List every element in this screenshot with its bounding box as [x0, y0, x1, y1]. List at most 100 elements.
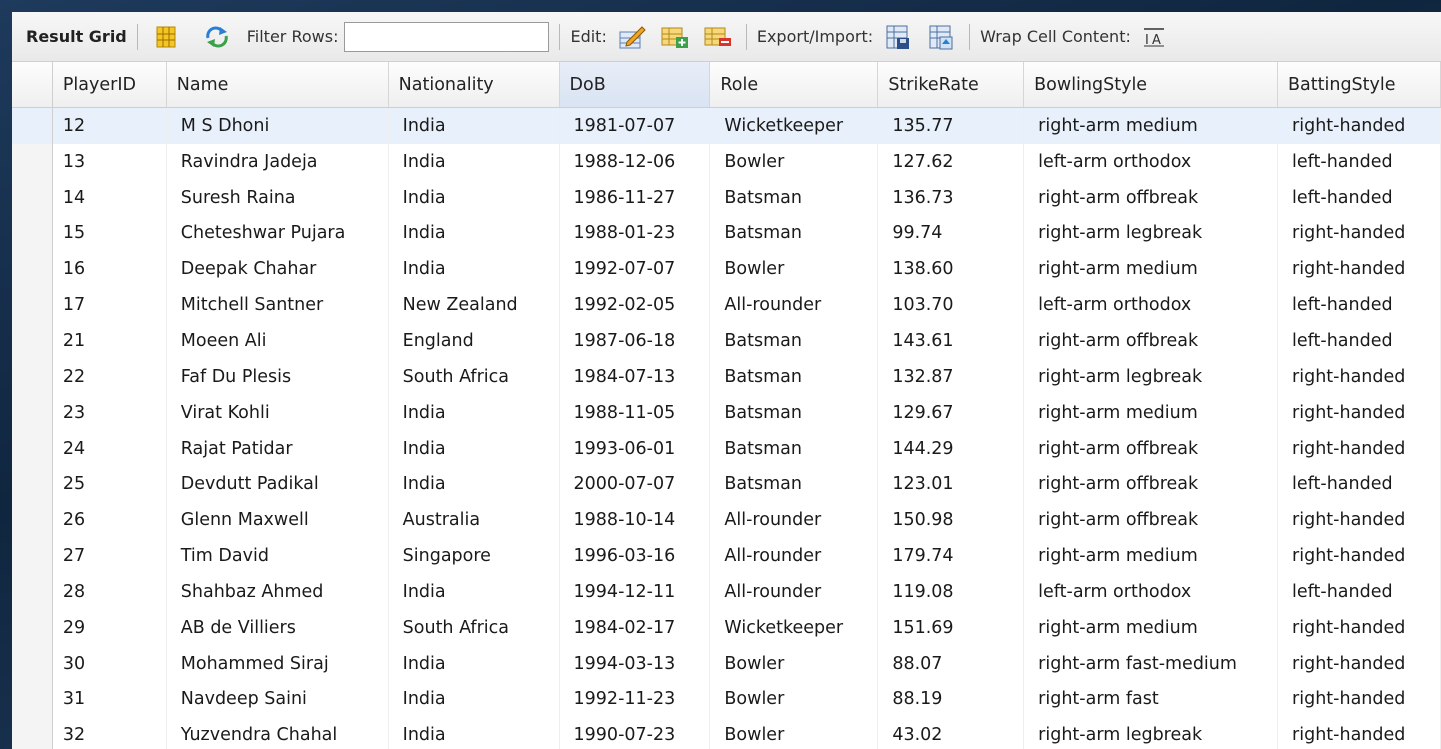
- table-cell[interactable]: 1990-07-23: [559, 717, 711, 749]
- table-cell[interactable]: Batsman: [709, 323, 879, 359]
- table-cell[interactable]: India: [388, 143, 560, 180]
- table-cell[interactable]: right-arm legbreak: [1023, 717, 1279, 749]
- table-cell[interactable]: Wicketkeeper: [709, 609, 879, 646]
- table-cell[interactable]: 1984-07-13: [559, 358, 711, 395]
- table-cell[interactable]: South Africa: [388, 609, 560, 646]
- table-cell[interactable]: 88.19: [877, 681, 1025, 718]
- table-cell[interactable]: India: [388, 466, 560, 503]
- table-cell[interactable]: Bowler: [709, 251, 879, 288]
- table-cell[interactable]: Faf Du Plesis: [166, 358, 389, 395]
- row-selector[interactable]: [12, 538, 53, 574]
- column-header[interactable]: Role: [709, 62, 879, 108]
- table-cell[interactable]: left-arm orthodox: [1023, 143, 1279, 180]
- edit-row-icon[interactable]: [617, 22, 647, 52]
- row-selector[interactable]: [12, 466, 53, 503]
- table-cell[interactable]: right-arm offbreak: [1023, 430, 1279, 467]
- table-cell[interactable]: Batsman: [709, 215, 879, 252]
- table-cell[interactable]: India: [388, 681, 560, 718]
- row-selector[interactable]: [12, 717, 53, 749]
- table-cell[interactable]: left-arm orthodox: [1023, 573, 1279, 610]
- table-cell[interactable]: India: [388, 430, 560, 467]
- table-cell[interactable]: Moeen Ali: [166, 323, 389, 359]
- table-cell[interactable]: India: [388, 645, 560, 682]
- column-header[interactable]: PlayerID: [52, 62, 167, 108]
- table-cell[interactable]: Bowler: [709, 645, 879, 682]
- column-header[interactable]: Name: [166, 62, 389, 108]
- table-cell[interactable]: Batsman: [709, 466, 879, 503]
- table-cell[interactable]: 151.69: [877, 609, 1025, 646]
- table-cell[interactable]: left-handed: [1277, 143, 1441, 180]
- table-cell[interactable]: Glenn Maxwell: [166, 502, 389, 539]
- table-cell[interactable]: 123.01: [877, 466, 1025, 503]
- table-cell[interactable]: Batsman: [709, 430, 879, 467]
- table-cell[interactable]: 15: [52, 215, 167, 252]
- export-icon[interactable]: [883, 22, 913, 52]
- row-selector[interactable]: [12, 215, 53, 252]
- row-selector[interactable]: [12, 251, 53, 288]
- delete-row-icon[interactable]: [703, 22, 733, 52]
- table-cell[interactable]: All-rounder: [709, 502, 879, 539]
- column-header[interactable]: BattingStyle: [1277, 62, 1441, 108]
- table-cell[interactable]: right-arm medium: [1023, 538, 1279, 574]
- table-row[interactable]: 14 Suresh Raina India 1986-11-27 Batsman 136.…: [12, 179, 1441, 216]
- table-cell[interactable]: 135.77: [877, 107, 1025, 144]
- refresh-icon[interactable]: [202, 22, 232, 52]
- table-row[interactable]: 22 Faf Du Plesis South Africa 1984-07-13 Bat…: [12, 358, 1441, 395]
- table-cell[interactable]: Devdutt Padikal: [166, 466, 389, 503]
- result-grid-table-container[interactable]: PlayerID Name Nationality DoB Role Strik…: [12, 62, 1441, 749]
- table-cell[interactable]: left-handed: [1277, 573, 1441, 610]
- table-cell[interactable]: 14: [52, 179, 167, 216]
- table-cell[interactable]: 1986-11-27: [559, 179, 711, 216]
- table-cell[interactable]: New Zealand: [388, 287, 560, 324]
- table-cell[interactable]: 1992-11-23: [559, 681, 711, 718]
- column-header[interactable]: StrikeRate: [877, 62, 1025, 108]
- table-cell[interactable]: 30: [52, 645, 167, 682]
- table-cell[interactable]: 1993-06-01: [559, 430, 711, 467]
- table-cell[interactable]: India: [388, 107, 560, 144]
- table-cell[interactable]: 28: [52, 573, 167, 610]
- table-cell[interactable]: right-handed: [1277, 394, 1441, 431]
- column-header[interactable]: Nationality: [388, 62, 560, 108]
- table-cell[interactable]: 23: [52, 394, 167, 431]
- table-cell[interactable]: M S Dhoni: [166, 107, 389, 144]
- table-cell[interactable]: 21: [52, 323, 167, 359]
- table-cell[interactable]: 1987-06-18: [559, 323, 711, 359]
- table-cell[interactable]: right-arm medium: [1023, 251, 1279, 288]
- table-cell[interactable]: right-handed: [1277, 251, 1441, 288]
- table-cell[interactable]: Singapore: [388, 538, 560, 574]
- table-cell[interactable]: Ravindra Jadeja: [166, 143, 389, 180]
- row-selector[interactable]: [12, 394, 53, 431]
- row-selector[interactable]: [12, 502, 53, 539]
- table-row[interactable]: 31 Navdeep Saini India 1992-11-23 Bowler 88.1…: [12, 681, 1441, 718]
- table-cell[interactable]: 1992-07-07: [559, 251, 711, 288]
- table-cell[interactable]: Bowler: [709, 717, 879, 749]
- table-row[interactable]: 21 Moeen Ali England 1987-06-18 Batsman 143.6…: [12, 323, 1441, 359]
- table-cell[interactable]: 1988-11-05: [559, 394, 711, 431]
- table-cell[interactable]: Rajat Patidar: [166, 430, 389, 467]
- table-cell[interactable]: right-arm legbreak: [1023, 215, 1279, 252]
- table-cell[interactable]: Mohammed Siraj: [166, 645, 389, 682]
- table-cell[interactable]: 1994-03-13: [559, 645, 711, 682]
- table-row[interactable]: 29 AB de Villiers South Africa 1984-02-17 Wi…: [12, 609, 1441, 646]
- table-cell[interactable]: Navdeep Saini: [166, 681, 389, 718]
- table-row[interactable]: 23 Virat Kohli India 1988-11-05 Batsman 129.6…: [12, 394, 1441, 431]
- table-cell[interactable]: right-handed: [1277, 645, 1441, 682]
- table-cell[interactable]: left-handed: [1277, 323, 1441, 359]
- row-selector[interactable]: [12, 681, 53, 718]
- import-icon[interactable]: [926, 22, 956, 52]
- table-cell[interactable]: 2000-07-07: [559, 466, 711, 503]
- table-cell[interactable]: 1994-12-11: [559, 573, 711, 610]
- column-header[interactable]: BowlingStyle: [1023, 62, 1279, 108]
- table-cell[interactable]: 138.60: [877, 251, 1025, 288]
- table-cell[interactable]: 144.29: [877, 430, 1025, 467]
- column-header-sorted[interactable]: DoB: [559, 62, 711, 108]
- table-cell[interactable]: left-handed: [1277, 287, 1441, 324]
- table-cell[interactable]: right-handed: [1277, 502, 1441, 539]
- table-cell[interactable]: right-handed: [1277, 609, 1441, 646]
- table-cell[interactable]: All-rounder: [709, 573, 879, 610]
- table-cell[interactable]: India: [388, 717, 560, 749]
- table-cell[interactable]: Bowler: [709, 681, 879, 718]
- table-cell[interactable]: India: [388, 573, 560, 610]
- table-cell[interactable]: 13: [52, 143, 167, 180]
- table-cell[interactable]: right-arm offbreak: [1023, 502, 1279, 539]
